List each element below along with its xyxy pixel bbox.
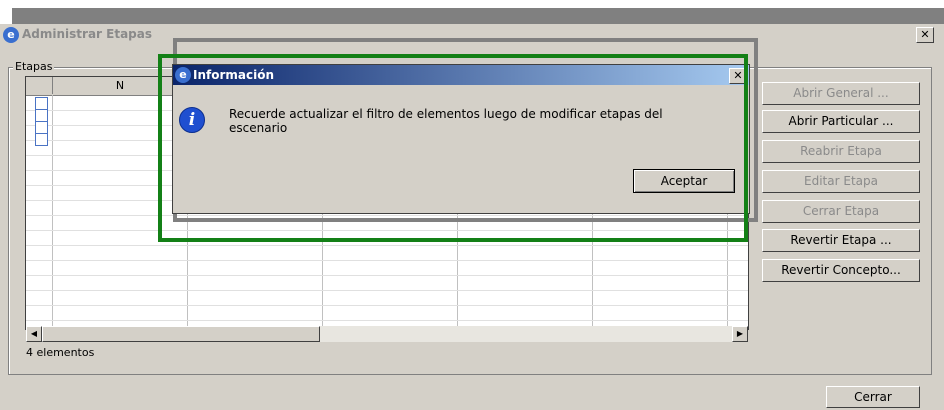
top-bar: [12, 8, 944, 24]
horizontal-scrollbar[interactable]: ◀ ▶: [26, 326, 748, 342]
grid-row-divider: [26, 260, 748, 261]
scroll-right-icon[interactable]: ▶: [732, 326, 748, 342]
editar-etapa-button[interactable]: Editar Etapa: [762, 170, 920, 193]
abrir-general-button[interactable]: Abrir General ...: [762, 82, 920, 105]
app-logo-icon: e: [3, 27, 19, 43]
revertir-etapa-button[interactable]: Revertir Etapa ...: [762, 229, 920, 252]
revertir-concepto-button[interactable]: Revertir Concepto...: [762, 259, 920, 282]
grid-row-divider: [26, 290, 748, 291]
grid-row-divider: [26, 305, 748, 306]
etapas-group-label: Etapas: [13, 60, 55, 73]
reabrir-etapa-button[interactable]: Reabrir Etapa: [762, 140, 920, 163]
grid-header-check[interactable]: [26, 77, 53, 94]
cerrar-etapa-button[interactable]: Cerrar Etapa: [762, 200, 920, 223]
scroll-left-icon[interactable]: ◀: [26, 326, 42, 342]
grid-row-divider: [26, 245, 748, 246]
row-checkbox[interactable]: [35, 133, 48, 146]
grid-column-divider: [52, 95, 53, 329]
annotation-highlight-green: [158, 54, 748, 242]
abrir-particular-button[interactable]: Abrir Particular ...: [762, 110, 920, 133]
window-close-button[interactable]: ✕: [916, 27, 934, 43]
element-count-label: 4 elementos: [26, 346, 95, 359]
window-title: Administrar Etapas: [22, 27, 153, 41]
grid-row-divider: [26, 320, 748, 321]
grid-row-divider: [26, 275, 748, 276]
cerrar-button[interactable]: Cerrar: [826, 386, 920, 408]
scroll-thumb[interactable]: [42, 326, 320, 342]
